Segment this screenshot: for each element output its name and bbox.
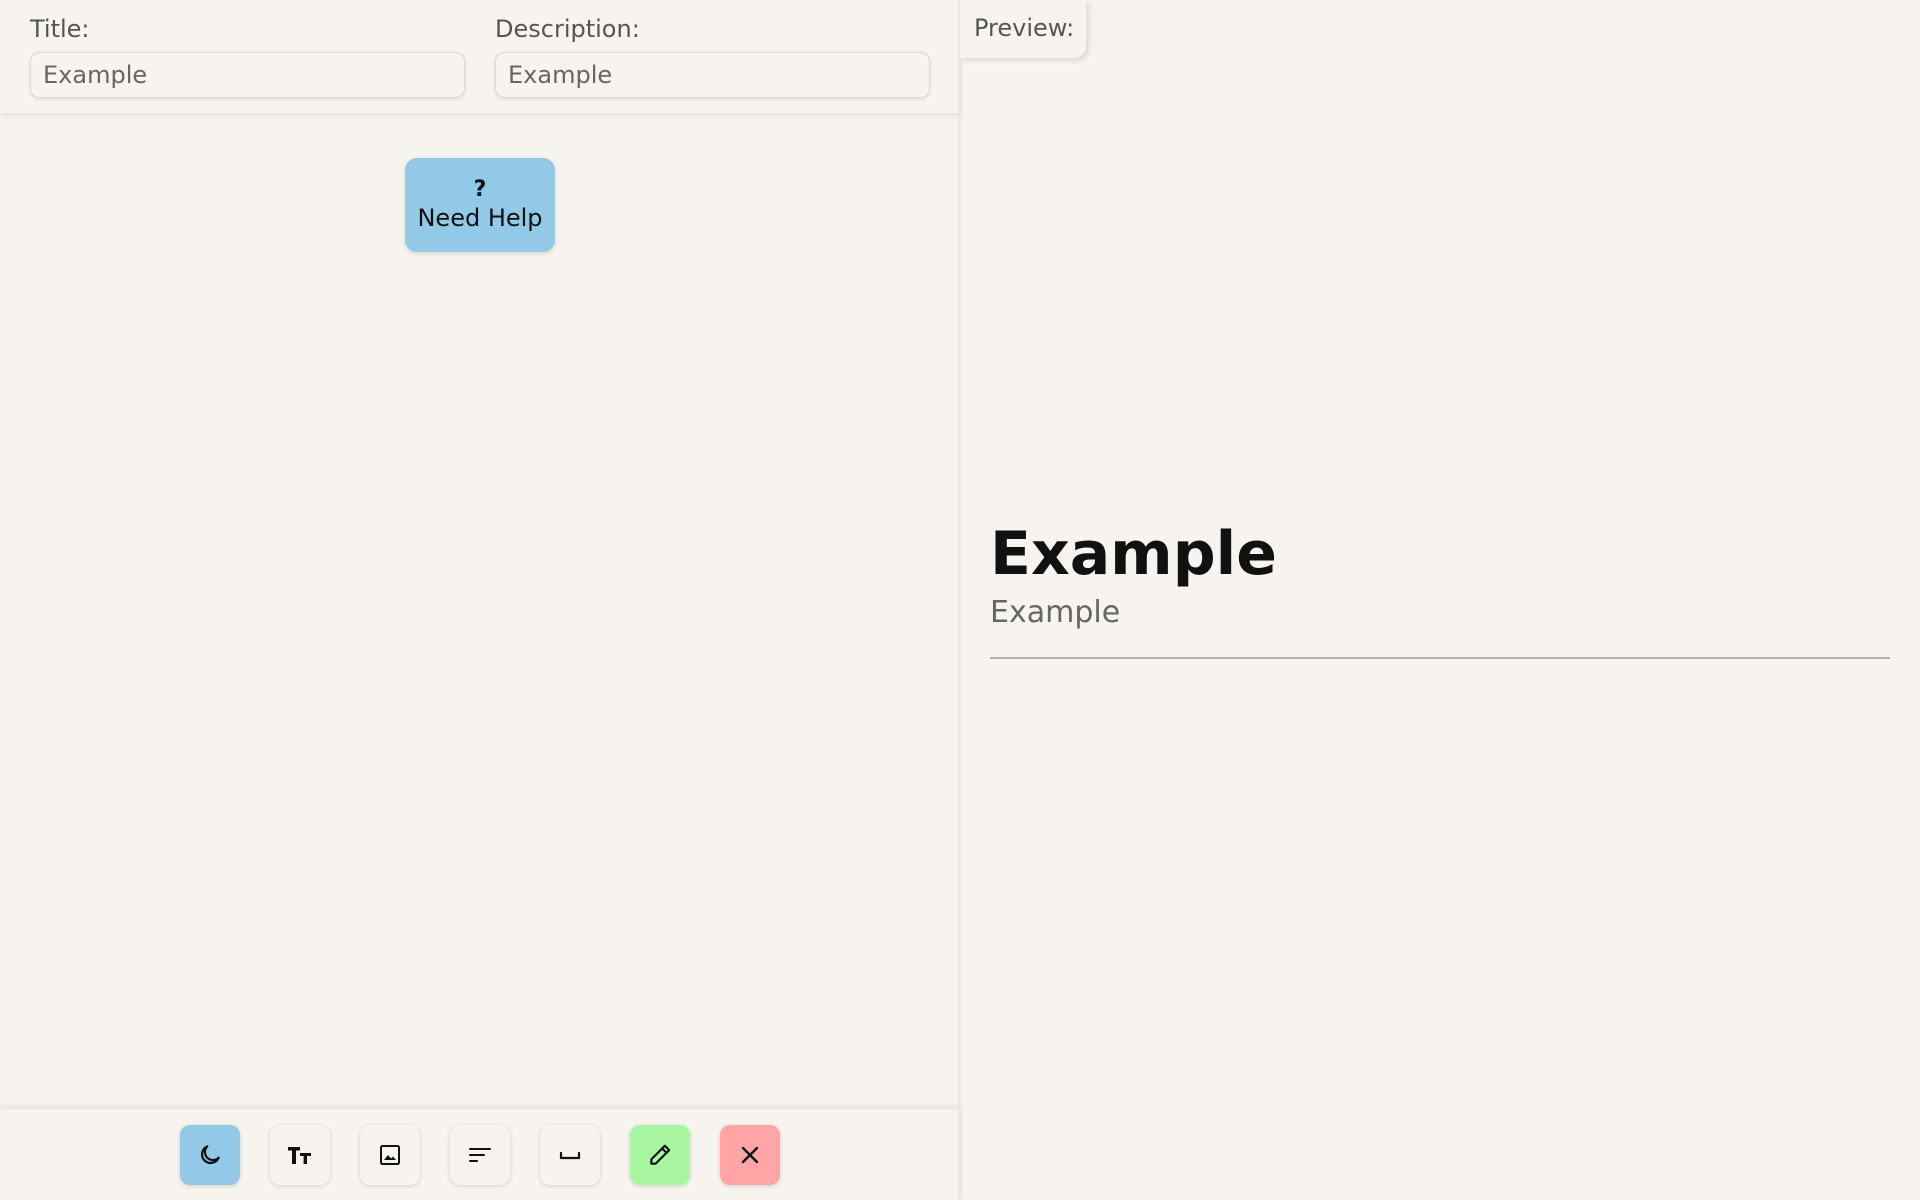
close-icon [741,1146,759,1164]
panel-divider [958,0,962,1200]
preview-separator [990,657,1890,659]
title-input[interactable] [30,52,465,98]
preview-title: Example [990,519,1277,589]
need-help-button[interactable]: ? Need Help [405,158,555,252]
title-field-group: Title: [30,14,465,98]
image-icon [380,1145,400,1165]
text-size-button[interactable] [270,1125,330,1185]
dark-mode-toggle[interactable] [180,1125,240,1185]
question-mark-icon: ? [473,177,487,202]
field-header: Title: Description: [0,0,960,113]
edit-button[interactable] [630,1125,690,1185]
description-label: Description: [495,15,640,43]
description-input[interactable] [495,52,930,98]
bottom-toolbar [0,1109,960,1200]
align-text-button[interactable] [450,1125,510,1185]
moon-icon [200,1145,220,1165]
preview-tab: Preview: [960,0,1086,58]
align-left-icon [469,1148,491,1162]
preview-description: Example [990,595,1121,630]
insert-space-button[interactable] [540,1125,600,1185]
insert-image-button[interactable] [360,1125,420,1185]
editor-panel: Title: Description: ? Need Help [0,0,960,1200]
close-button[interactable] [720,1125,780,1185]
space-icon [559,1151,581,1160]
pencil-icon [650,1144,671,1165]
text-size-icon [288,1147,311,1164]
need-help-label: Need Help [417,204,543,232]
description-field-group: Description: [495,14,930,98]
title-label: Title: [30,15,90,43]
